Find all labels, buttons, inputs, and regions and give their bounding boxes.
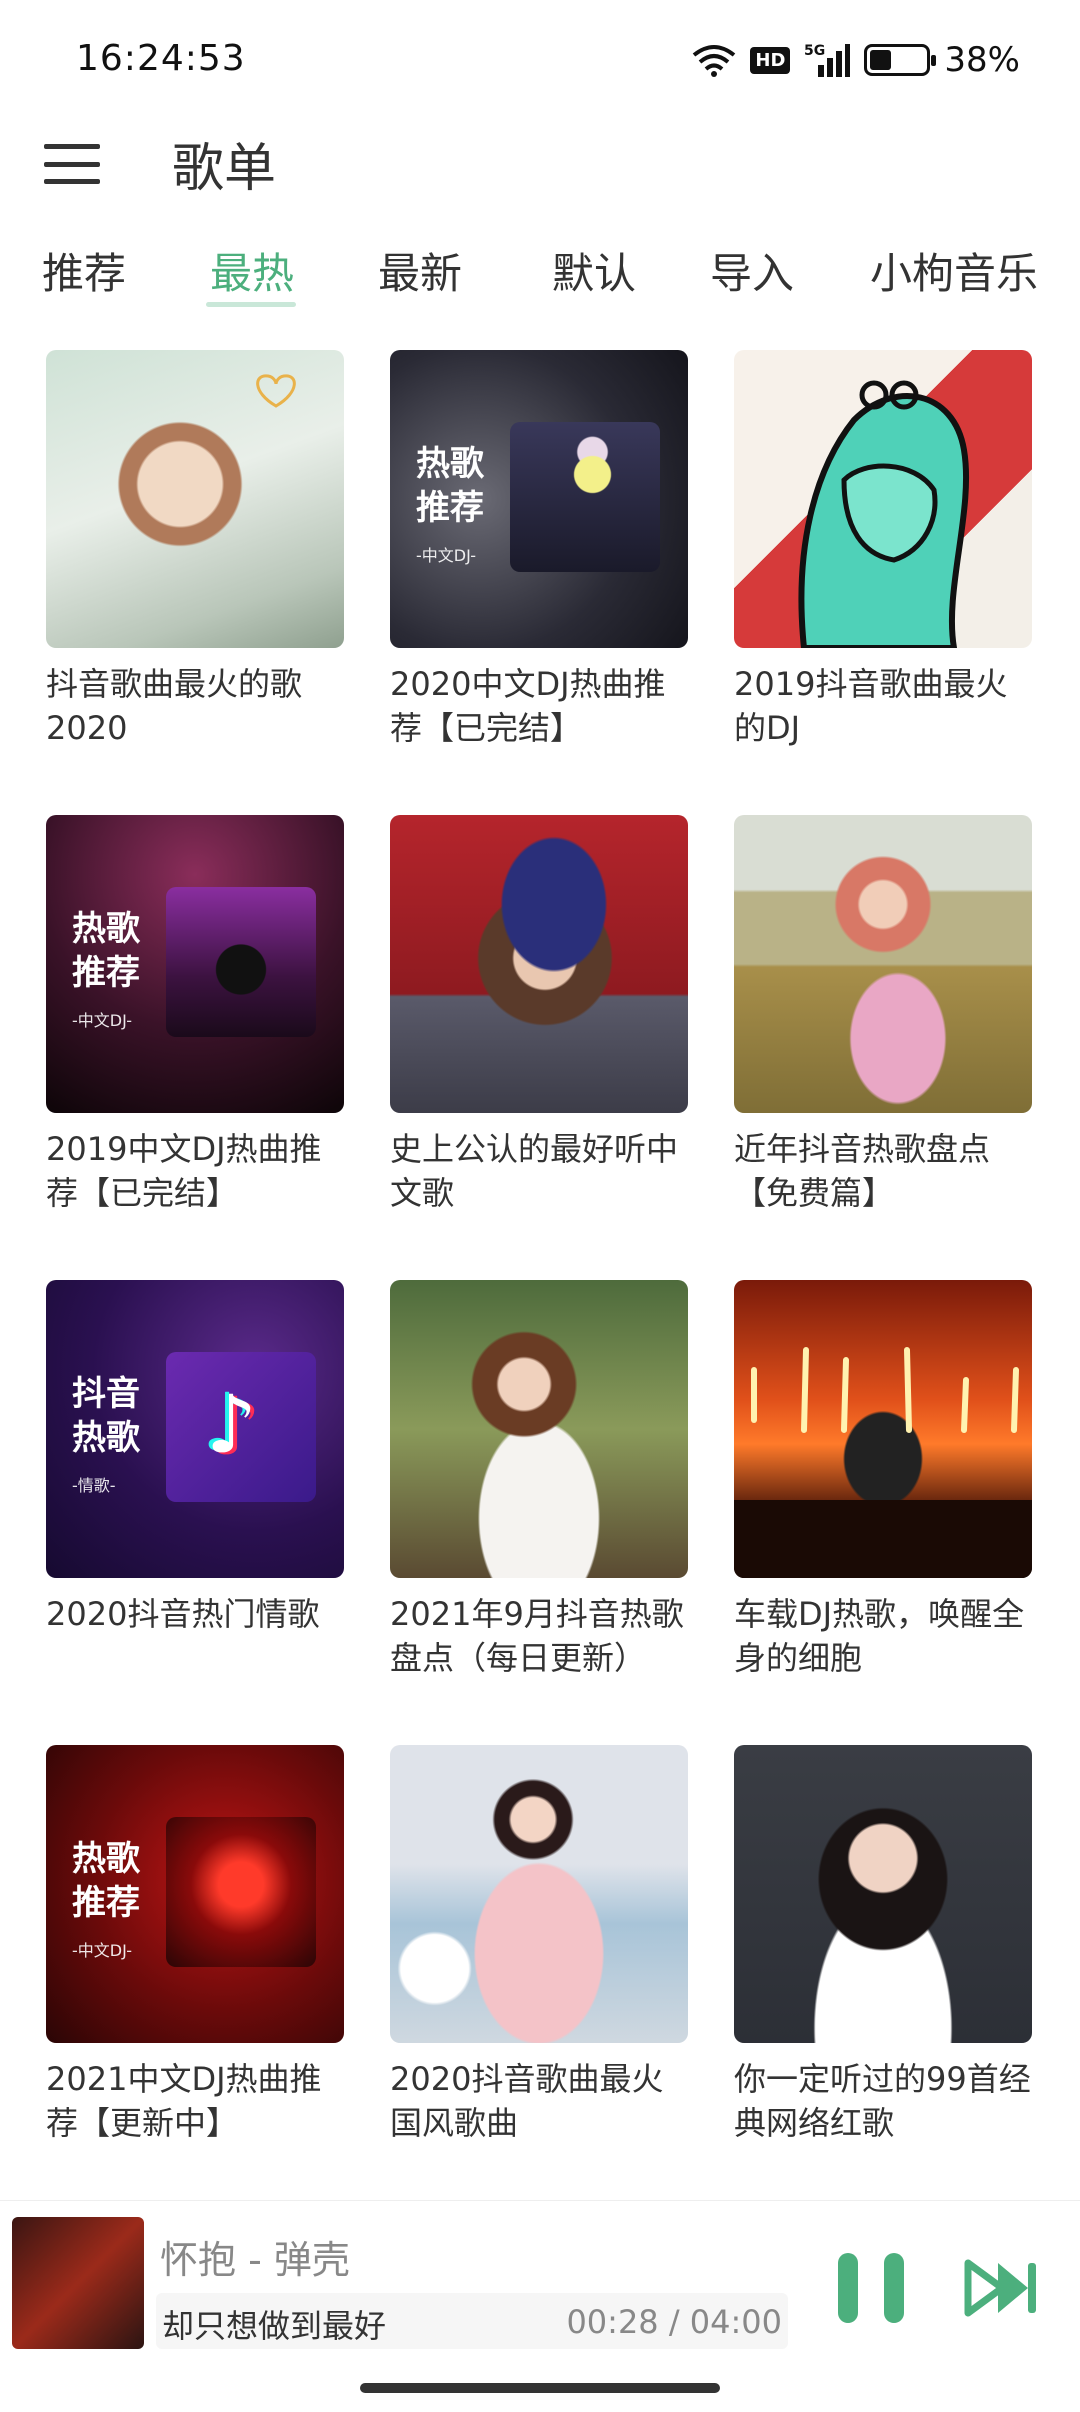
playlist-cover: 热歌推荐 -中文DJ- — [46, 1745, 344, 2043]
cover-badge: 热歌推荐 -中文DJ- — [416, 442, 484, 578]
playlist-cover — [734, 1745, 1032, 2043]
tiktok-icon: ♪ — [206, 1378, 258, 1471]
cover-badge-sub: -中文DJ- — [72, 1011, 133, 1030]
hd-badge: HD — [750, 46, 791, 74]
playlist-card[interactable]: 史上公认的最好听中文歌 — [390, 815, 688, 1280]
network-type: 5G — [804, 43, 825, 59]
playlist-cover: 热歌推荐 -中文DJ- — [46, 815, 344, 1113]
playlist-cover — [734, 1280, 1032, 1578]
pause-button[interactable] — [838, 2253, 904, 2323]
playlist-card[interactable]: 热歌推荐 -中文DJ- 2019中文DJ热曲推荐【已完结】 — [46, 815, 344, 1280]
tab-newest[interactable]: 最新 — [378, 240, 462, 301]
playback-time: 00:28 / 04:00 — [566, 2303, 782, 2341]
status-bar: 16:24:53 HD 5G 38% — [0, 0, 1080, 120]
playlist-card[interactable]: 车载DJ热歌，唤醒全身的细胞 — [734, 1280, 1032, 1745]
next-track-icon[interactable] — [964, 2257, 1040, 2319]
playlist-cover: ♪ 抖音热歌 -情歌- — [46, 1280, 344, 1578]
playlist-title: 史上公认的最好听中文歌 — [390, 1130, 679, 1212]
playlist-card[interactable]: 热歌推荐 -中文DJ- 2021中文DJ热曲推荐【更新中】 — [46, 1745, 344, 2210]
mini-player[interactable]: 怀抱 - 弹壳 却只想做到最好 00:28 / 04:00 — [0, 2200, 1080, 2412]
playlist-card[interactable]: 热歌推荐 -中文DJ- 2020中文DJ热曲推荐【已完结】 — [390, 350, 688, 815]
playlist-cover — [390, 815, 688, 1113]
status-time: 16:24:53 — [76, 38, 246, 79]
playlist-grid: 抖音歌曲最火的歌2020 热歌推荐 -中文DJ- 2020中文DJ热曲推荐【已完结… — [46, 350, 1036, 2210]
stage-lights — [734, 1347, 1032, 1578]
active-tab-underline — [206, 302, 296, 307]
playlist-card[interactable]: ♪ 抖音热歌 -情歌- 2020抖音热门情歌 — [46, 1280, 344, 1745]
playlist-title: 你一定听过的99首经典网络红歌 — [734, 2060, 1031, 2142]
playlist-title: 2020抖音热门情歌 — [46, 1595, 320, 1633]
pause-icon-bar — [884, 2253, 904, 2323]
tab-recommend[interactable]: 推荐 — [42, 240, 126, 301]
battery-percent: 38% — [944, 40, 1020, 80]
now-playing-title: 怀抱 - 弹壳 — [160, 2238, 350, 2282]
now-playing-cover[interactable] — [12, 2217, 144, 2349]
playlist-title: 2020中文DJ热曲推荐【已完结】 — [390, 665, 666, 747]
tab-import[interactable]: 导入 — [710, 240, 794, 301]
battery-fill — [870, 50, 892, 70]
cover-badge-text: 抖音热歌 — [72, 1374, 140, 1458]
playlist-title: 2019中文DJ热曲推荐【已完结】 — [46, 1130, 322, 1212]
cover-badge: 热歌推荐 -中文DJ- — [72, 907, 140, 1043]
home-indicator[interactable] — [360, 2383, 720, 2393]
playlist-card[interactable]: 近年抖音热歌盘点【免费篇】 — [734, 815, 1032, 1280]
signal-icon: 5G — [804, 43, 851, 77]
cover-badge: 抖音热歌 -情歌- — [72, 1372, 140, 1508]
heart-doodle — [256, 374, 296, 408]
lyric-bar: 却只想做到最好 00:28 / 04:00 — [156, 2293, 788, 2349]
cover-badge-text: 热歌推荐 — [416, 444, 484, 528]
playlist-cover — [390, 1745, 688, 2043]
app-header: 歌单 — [0, 110, 1080, 230]
menu-icon-line — [44, 161, 100, 167]
playlist-card[interactable]: 2019抖音歌曲最火的DJ — [734, 350, 1032, 815]
playlist-card[interactable]: 2021年9月抖音热歌盘点（每日更新） — [390, 1280, 688, 1745]
playlist-cover — [46, 350, 344, 648]
illustration — [798, 380, 970, 648]
playlist-title: 车载DJ热歌，唤醒全身的细胞 — [734, 1595, 1025, 1677]
status-icons: HD 5G 38% — [692, 36, 1020, 84]
menu-button[interactable] — [44, 136, 100, 192]
playlist-title: 2020抖音歌曲最火国风歌曲 — [390, 2060, 664, 2142]
playlist-title: 2021年9月抖音热歌盘点（每日更新） — [390, 1595, 684, 1677]
cover-badge-text: 热歌推荐 — [72, 909, 140, 993]
cover-inset-image — [166, 1817, 316, 1967]
playlist-title: 近年抖音热歌盘点【免费篇】 — [734, 1130, 991, 1212]
tab-hottest[interactable]: 最热 — [210, 240, 294, 301]
playlist-title: 抖音歌曲最火的歌2020 — [46, 665, 303, 747]
cover-badge-sub: -情歌- — [72, 1476, 116, 1495]
playlist-card[interactable]: 你一定听过的99首经典网络红歌 — [734, 1745, 1032, 2210]
cover-badge-sub: -中文DJ- — [72, 1941, 133, 1960]
playlist-cover — [390, 1280, 688, 1578]
tab-xiaogou-music[interactable]: 小枸音乐 — [870, 240, 1038, 301]
cover-badge-text: 热歌推荐 — [72, 1839, 140, 1923]
playlist-title: 2019抖音歌曲最火的DJ — [734, 665, 1008, 747]
page-title: 歌单 — [172, 139, 277, 199]
playlist-cover — [734, 815, 1032, 1113]
cover-inset-image — [166, 887, 316, 1037]
playlist-title: 2021中文DJ热曲推荐【更新中】 — [46, 2060, 322, 2142]
category-tabs: 推荐 最热 最新 默认 导入 小枸音乐 — [0, 230, 1080, 320]
playlist-card[interactable]: 2020抖音歌曲最火国风歌曲 — [390, 1745, 688, 2210]
menu-icon-line — [44, 179, 100, 184]
cover-badge-sub: -中文DJ- — [416, 546, 477, 565]
cover-badge: 热歌推荐 -中文DJ- — [72, 1837, 140, 1973]
tab-default[interactable]: 默认 — [552, 240, 636, 301]
playlist-cover — [734, 350, 1032, 648]
wifi-icon — [693, 45, 736, 77]
pause-icon-bar — [838, 2253, 858, 2323]
cover-inset-image — [510, 422, 660, 572]
current-lyric: 却只想做到最好 — [162, 2307, 387, 2345]
playlist-cover: 热歌推荐 -中文DJ- — [390, 350, 688, 648]
playlist-card[interactable]: 抖音歌曲最火的歌2020 — [46, 350, 344, 815]
battery-icon — [864, 44, 937, 76]
menu-icon-line — [44, 144, 100, 149]
